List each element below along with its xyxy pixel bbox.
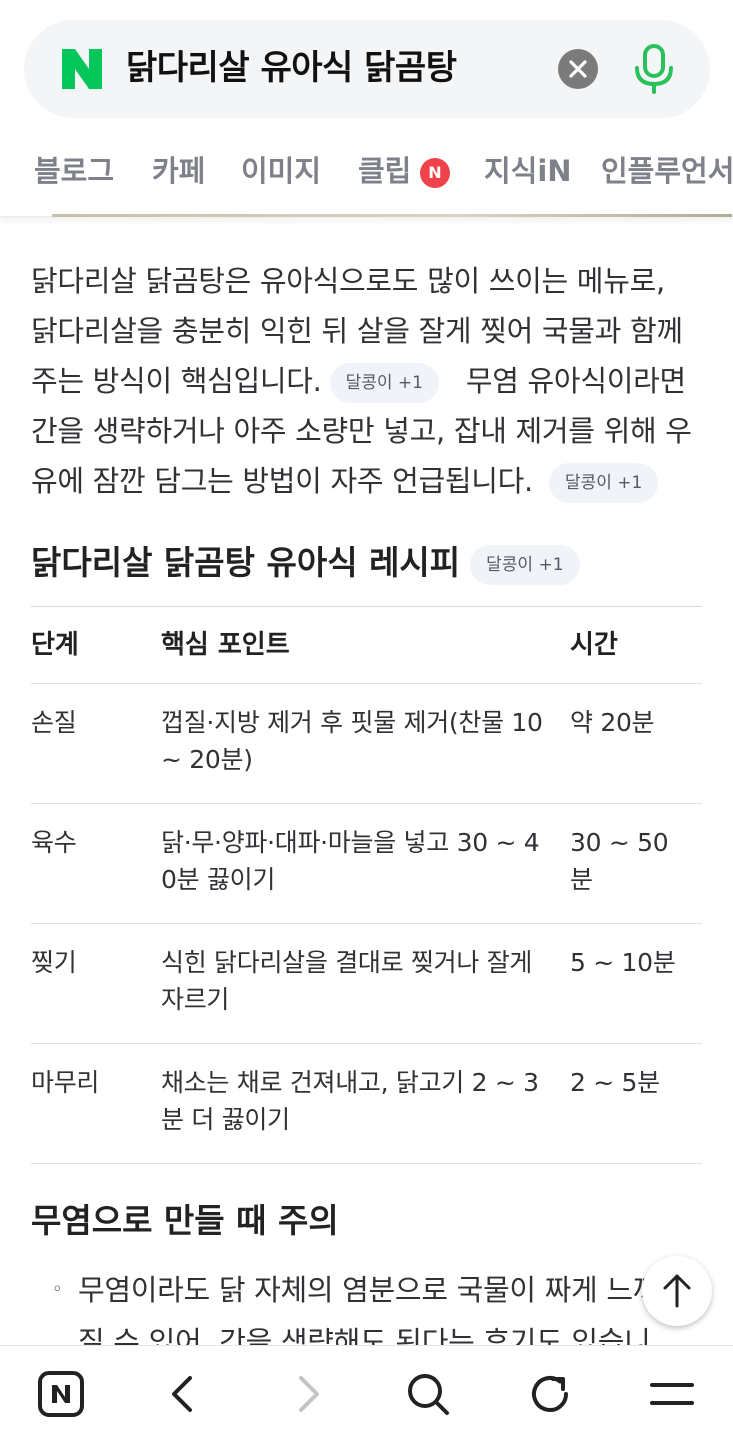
cell-step: 마무리: [31, 1068, 100, 1097]
source-chip[interactable]: 달콩이 +1: [329, 363, 439, 403]
table-row: 손질 껍질·지방 제거 후 핏물 제거(찬물 10 ~ 20분) 약 20분: [31, 684, 702, 804]
cell-time: 2 ~ 5분: [570, 1068, 660, 1097]
paragraph-line: 간을 생략하거나 아주 소량만 넣고, 잡내 제거를 위해 우: [31, 414, 692, 448]
search-bar[interactable]: 닭다리살 유아식 닭곰탕: [24, 20, 710, 118]
summary-paragraph: 닭다리살 닭곰탕은 유아식으로도 많이 쓰이는 메뉴로, 닭다리살을 충분히 익…: [31, 256, 711, 506]
table-row: 마무리 채소는 채로 건져내고, 닭고기 2 ~ 3분 더 끓이기 2 ~ 5분: [31, 1044, 702, 1164]
paragraph-line: 닭다리살을 충분히 익힌 뒤 살을 잘게 찢어 국물과 함께: [31, 314, 683, 348]
cell-point: 껍질·지방 제거 후 핏물 제거(찬물 10 ~ 20분): [161, 708, 543, 774]
source-chip[interactable]: 달콩이 +1: [470, 544, 580, 585]
paragraph-line-3: 주는 방식이 핵심입니다. 달콩이 +1 무염 유아식이라면: [31, 356, 711, 406]
recipe-heading: 닭다리살 닭곰탕 유아식 레시피 달콩이 +1: [31, 538, 580, 588]
search-tabs: 블로그 카페 이미지 클립 N 지식iN 인플루언서: [0, 130, 733, 217]
cell-step: 찢기: [31, 948, 77, 977]
caution-heading: 무염으로 만들 때 주의: [31, 1201, 339, 1240]
header-point: 핵심 포인트: [161, 630, 290, 660]
cell-time: 30 ~ 50 분: [570, 828, 669, 894]
menu-icon[interactable]: [648, 1370, 696, 1418]
table-header-row: 단계 핵심 포인트 시간: [31, 607, 702, 684]
tab-influencer[interactable]: 인플루언서: [601, 148, 733, 194]
tab-blog[interactable]: 블로그: [34, 148, 114, 194]
cell-point: 채소는 채로 건져내고, 닭고기 2 ~ 3분 더 끓이기: [161, 1068, 539, 1134]
cell-point: 닭·무·양파·대파·마늘을 넣고 30 ~ 4 0분 끓이기: [161, 828, 540, 894]
microphone-icon[interactable]: [629, 42, 679, 96]
clear-search-button[interactable]: [558, 49, 598, 89]
table-row: 육수 닭·무·양파·대파·마늘을 넣고 30 ~ 4 0분 끓이기 30 ~ 50…: [31, 804, 702, 924]
header-step: 단계: [31, 630, 79, 660]
search-icon[interactable]: [404, 1370, 452, 1418]
tab-image[interactable]: 이미지: [241, 148, 321, 194]
tab-clip[interactable]: 클립: [358, 148, 411, 194]
bullet-icon: ◦: [52, 1279, 63, 1300]
new-badge: N: [420, 158, 450, 188]
image-edge: [52, 214, 732, 217]
forward-arrow-icon[interactable]: [283, 1370, 331, 1418]
cell-step: 손질: [31, 708, 77, 737]
arrow-up-icon: [663, 1274, 691, 1308]
paragraph-line-text: 유에 잠깐 담그는 방법이 자주 언급됩니다.: [31, 464, 533, 498]
recipe-title: 닭다리살 닭곰탕 유아식 레시피: [31, 543, 461, 582]
bullet-line: 무염이라도 닭 자체의 염분으로 국물이 짜게 느껴: [78, 1273, 660, 1307]
search-query-text[interactable]: 닭다리살 유아식 닭곰탕: [126, 44, 457, 92]
header-time: 시간: [570, 630, 618, 660]
source-chip[interactable]: 달콩이 +1: [548, 463, 659, 503]
cell-point: 식힌 닭다리살을 결대로 찢거나 잘게 자르기: [161, 948, 533, 1014]
cell-step: 육수: [31, 828, 77, 857]
cell-time: 5 ~ 10분: [570, 948, 676, 977]
recipe-table: 단계 핵심 포인트 시간 손질 껍질·지방 제거 후 핏물 제거(찬물 10 ~ …: [31, 606, 702, 1164]
paragraph-line: 닭다리살 닭곰탕은 유아식으로도 많이 쓰이는 메뉴로,: [31, 264, 665, 298]
tab-cafe[interactable]: 카페: [152, 148, 205, 194]
cell-time: 약 20분: [570, 708, 655, 737]
bottom-navigation: [0, 1345, 733, 1441]
paragraph-line-text: 주는 방식이 핵심입니다.: [31, 364, 322, 398]
back-arrow-icon[interactable]: [160, 1370, 208, 1418]
close-icon: [569, 60, 587, 78]
refresh-icon[interactable]: [526, 1370, 574, 1418]
paragraph-line-text: 무염 유아식이라면: [465, 364, 686, 398]
table-row: 찢기 식힌 닭다리살을 결대로 찢거나 잘게 자르기 5 ~ 10분: [31, 924, 702, 1044]
scroll-top-button[interactable]: [642, 1256, 712, 1326]
naver-logo-icon[interactable]: [60, 47, 104, 91]
naver-home-icon[interactable]: [37, 1370, 85, 1418]
tab-kin[interactable]: 지식iN: [484, 148, 572, 194]
paragraph-line-6: 유에 잠깐 담그는 방법이 자주 언급됩니다. 달콩이 +1: [31, 456, 711, 506]
